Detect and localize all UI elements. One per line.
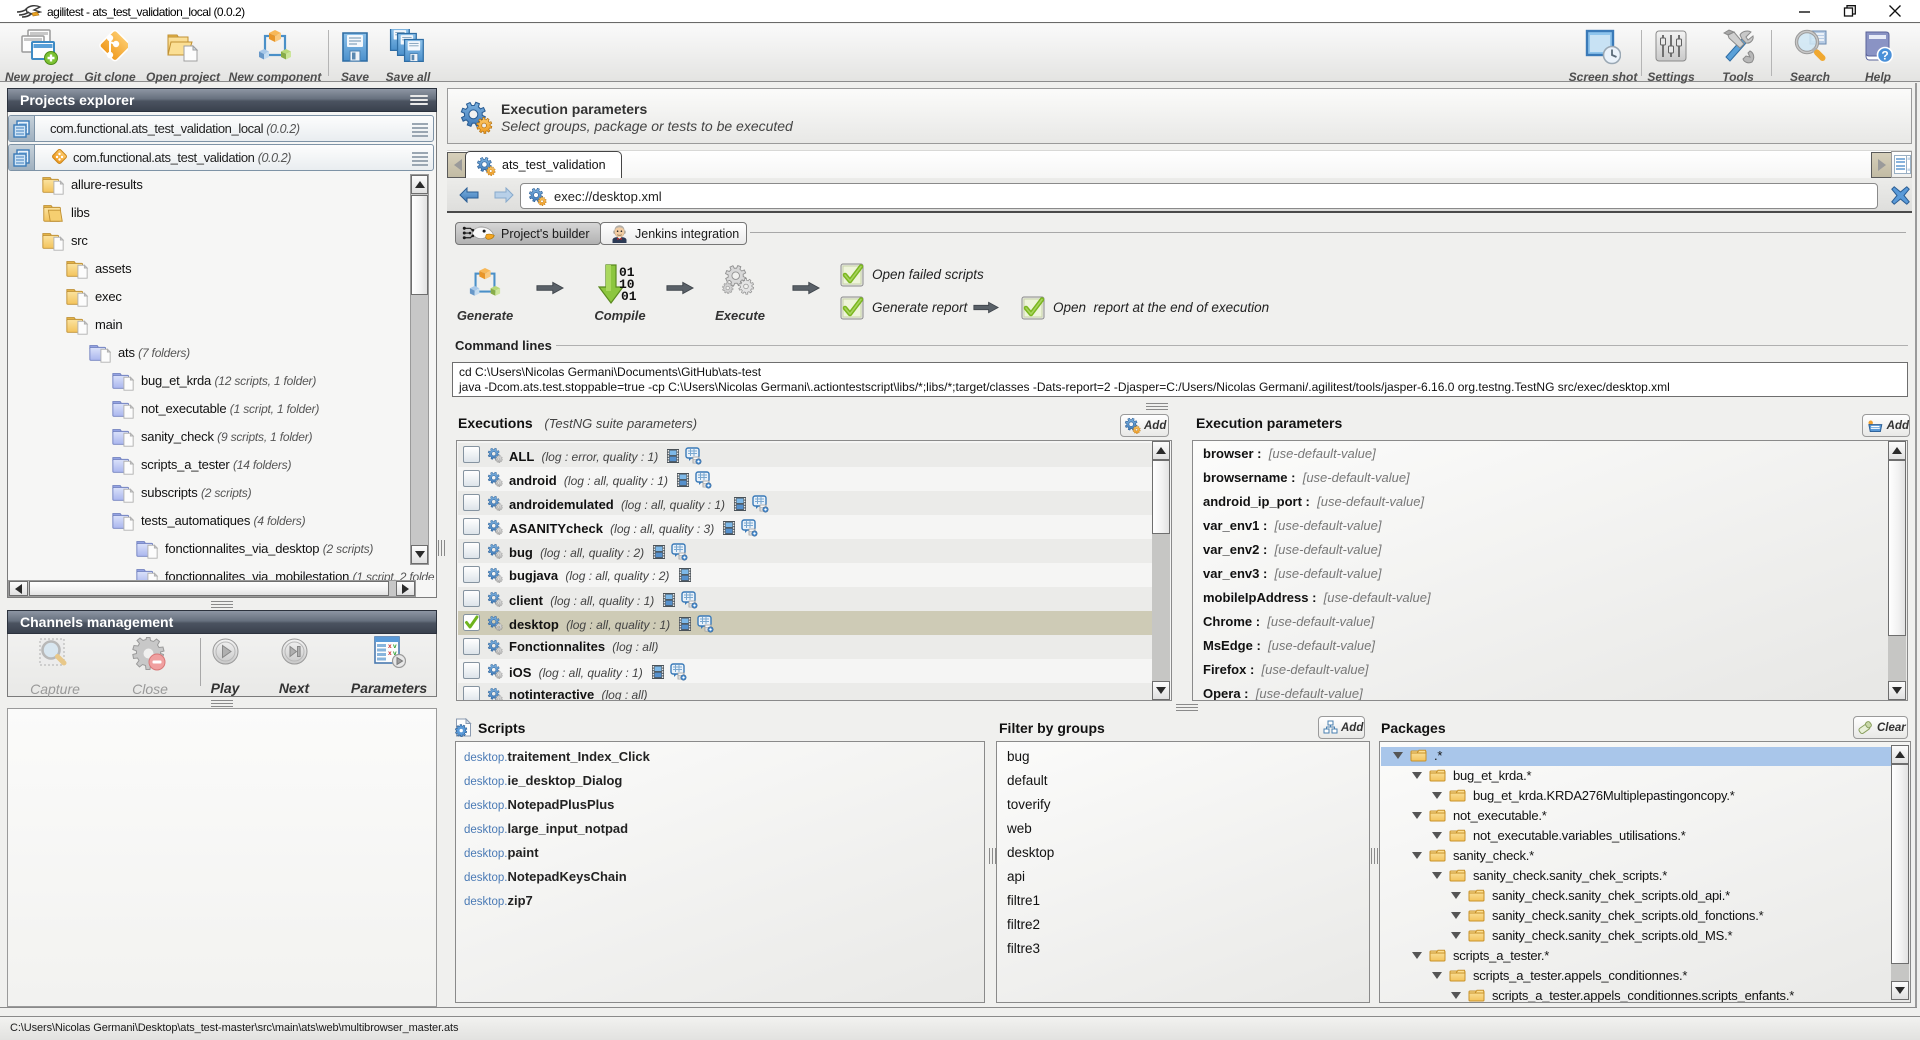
svg-text:v: v [393,643,397,650]
svg-text:?: ? [1881,49,1888,63]
svg-text:x: x [388,643,392,650]
svg-text:01: 01 [621,289,637,304]
svg-text:x: x [388,650,392,657]
